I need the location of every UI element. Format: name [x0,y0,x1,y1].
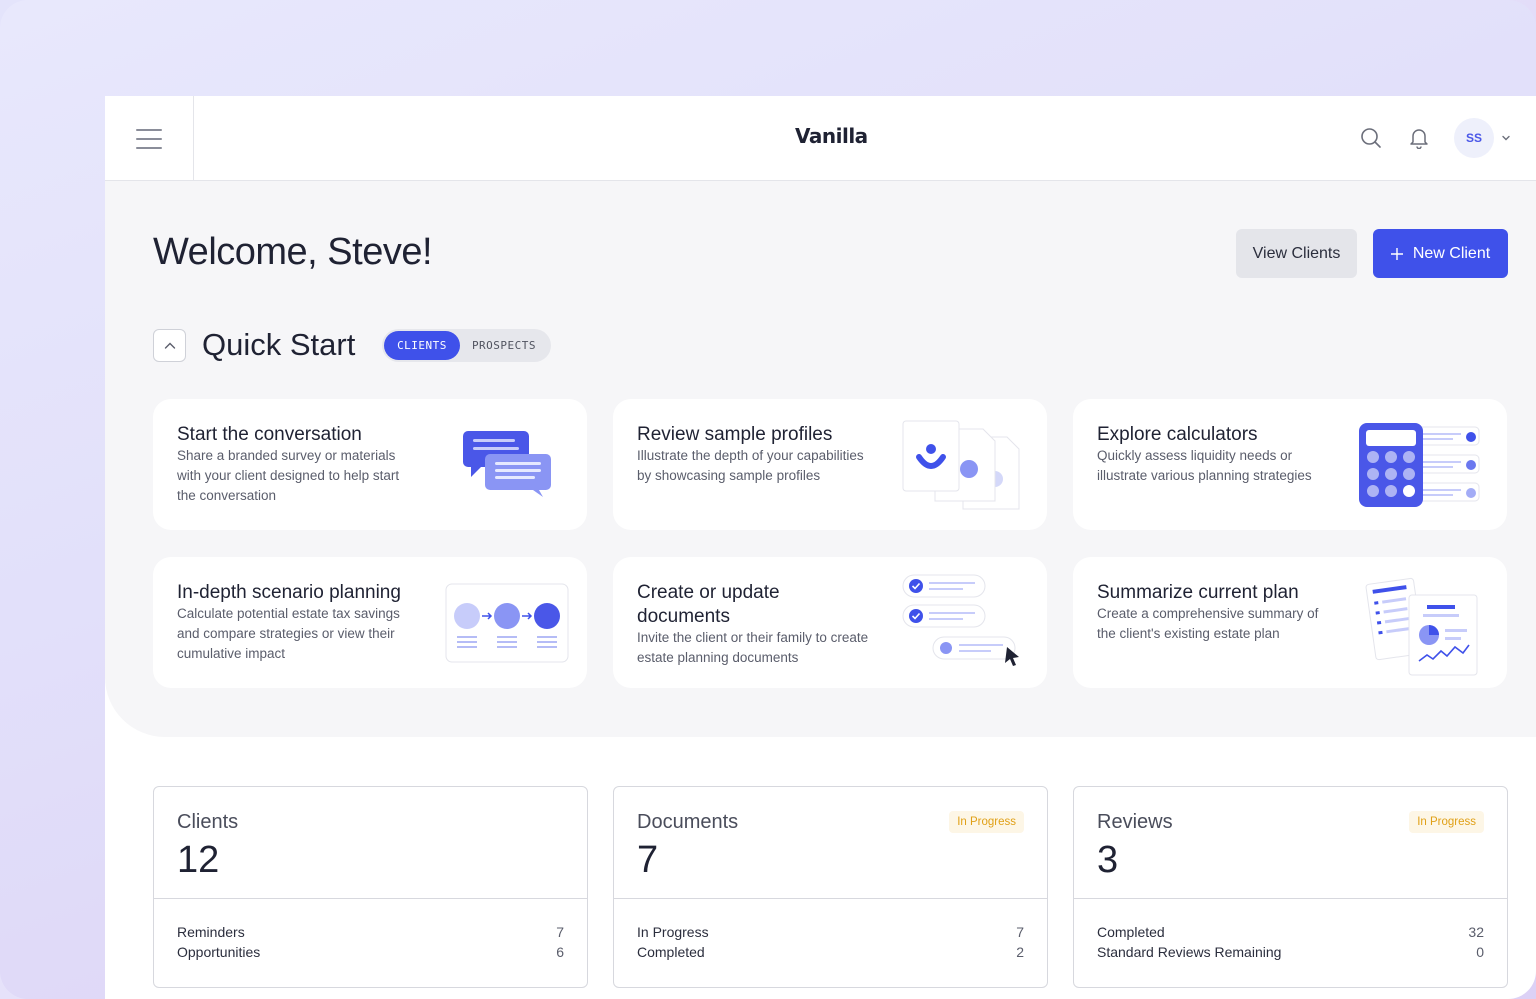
stat-row: Standard Reviews Remaining 0 [1097,944,1484,960]
divider [154,898,587,899]
profile-documents-icon [902,420,1020,510]
row-value: 6 [556,944,564,960]
desc-line: by showcasing sample profiles [637,468,821,483]
desc-line: Illustrate the depth of your capabilitie… [637,448,864,463]
menu-icon[interactable] [136,128,162,149]
title-line: Create or update [637,582,780,603]
calculator-icon [1359,423,1480,507]
top-bar: Vanilla SS [105,96,1536,181]
row-value: 0 [1476,944,1484,960]
menu-cell [105,96,194,181]
row-value: 32 [1468,924,1484,940]
new-client-button[interactable]: New Client [1373,229,1508,278]
scenario-flow-icon [445,583,569,663]
card-title: Start the conversation [177,424,362,445]
card-summarize-plan[interactable]: Summarize current plan Create a comprehe… [1073,557,1507,688]
desc-line: Share a branded survey or materials [177,448,396,463]
stat-row: In Progress 7 [637,924,1024,940]
card-title: In-depth scenario planning [177,582,401,603]
desc-line: and compare strategies or view their [177,626,395,641]
stat-card-clients[interactable]: Clients 12 Reminders 7 Opportunities 6 [153,786,588,988]
desc-line: Calculate potential estate tax savings [177,606,400,621]
row-label: Completed [1097,924,1165,940]
row-label: Reminders [177,924,245,940]
row-value: 2 [1016,944,1024,960]
new-client-label: New Client [1412,244,1491,262]
chevron-up-icon [164,342,175,349]
stat-value: 7 [637,839,659,881]
chevron-down-icon[interactable] [1500,132,1512,144]
view-clients-button[interactable]: View Clients [1236,229,1357,278]
quick-start-panel: Welcome, Steve! View Clients New Client … [105,181,1536,737]
top-actions: SS [1358,116,1512,160]
card-sample-profiles[interactable]: Review sample profiles Illustrate the de… [613,399,1047,530]
account-menu[interactable]: SS [1454,118,1512,158]
stat-row: Opportunities 6 [177,944,564,960]
card-description: Invite the client or their family to cre… [637,628,868,668]
card-description: Calculate potential estate tax savings a… [177,604,400,664]
search-icon[interactable] [1358,125,1384,151]
app-logo[interactable]: Vanilla [795,124,868,148]
stat-card-reviews[interactable]: Reviews In Progress 3 Completed 32 Stand… [1073,786,1508,988]
card-start-conversation[interactable]: Start the conversation Share a branded s… [153,399,587,530]
desc-line: the conversation [177,488,277,503]
card-title: Create or update documents [637,581,780,629]
row-label: Opportunities [177,944,261,960]
collapse-toggle[interactable] [153,329,186,362]
app-window: Vanilla SS Welcome, Steve! View Clients [105,96,1536,999]
desc-line: Quickly assess liquidity needs or [1097,448,1293,463]
desc-line: with your client designed to help start [177,468,400,483]
plus-icon [1390,247,1403,260]
desc-line: the client's existing estate plan [1097,626,1280,641]
stat-row: Completed 32 [1097,924,1484,940]
desc-line: illustrate various planning strategies [1097,468,1312,483]
desc-line: cumulative impact [177,646,286,661]
stat-card-documents[interactable]: Documents In Progress 7 In Progress 7 Co… [613,786,1048,988]
page-title: Welcome, Steve! [153,231,433,273]
card-description: Illustrate the depth of your capabilitie… [637,446,864,486]
quick-start-title: Quick Start [202,327,356,362]
bell-icon[interactable] [1406,125,1432,151]
stat-row: Reminders 7 [177,924,564,940]
stat-label: Reviews [1097,811,1173,833]
checklist-icon [902,574,1019,666]
card-title: Explore calculators [1097,424,1258,445]
status-badge: In Progress [1409,811,1484,833]
card-title: Summarize current plan [1097,582,1299,603]
row-label: In Progress [637,924,709,940]
divider [614,898,1047,899]
tab-prospects[interactable]: PROSPECTS [460,331,548,360]
chat-bubbles-icon [463,431,551,497]
stat-label: Documents [637,811,739,833]
row-label: Completed [637,944,705,960]
card-scenario-planning[interactable]: In-depth scenario planning Calculate pot… [153,557,587,688]
status-badge: In Progress [949,811,1024,833]
row-label: Standard Reviews Remaining [1097,944,1282,960]
divider [1074,898,1507,899]
background-frame: Vanilla SS Welcome, Steve! View Clients [0,0,1536,999]
desc-line: Invite the client or their family to cre… [637,630,869,645]
avatar[interactable]: SS [1454,118,1494,158]
card-explore-calculators[interactable]: Explore calculators Quickly assess liqui… [1073,399,1507,530]
stat-row: Completed 2 [637,944,1024,960]
card-description: Quickly assess liquidity needs or illust… [1097,446,1312,486]
card-description: Share a branded survey or materials with… [177,446,399,506]
tab-clients[interactable]: CLIENTS [384,331,460,360]
row-value: 7 [556,924,564,940]
stat-value: 3 [1097,839,1119,881]
desc-line: estate planning documents [637,650,799,665]
card-title: Review sample profiles [637,424,833,445]
title-line: documents [637,606,730,627]
card-create-documents[interactable]: Create or update documents Invite the cl… [613,557,1047,688]
desc-line: Create a comprehensive summary of [1097,606,1319,621]
stat-value: 12 [177,839,220,881]
card-description: Create a comprehensive summary of the cl… [1097,604,1318,644]
audience-toggle: CLIENTS PROSPECTS [382,329,551,362]
stat-label: Clients [177,811,239,833]
row-value: 7 [1016,924,1024,940]
plan-summary-icon [1365,577,1478,676]
